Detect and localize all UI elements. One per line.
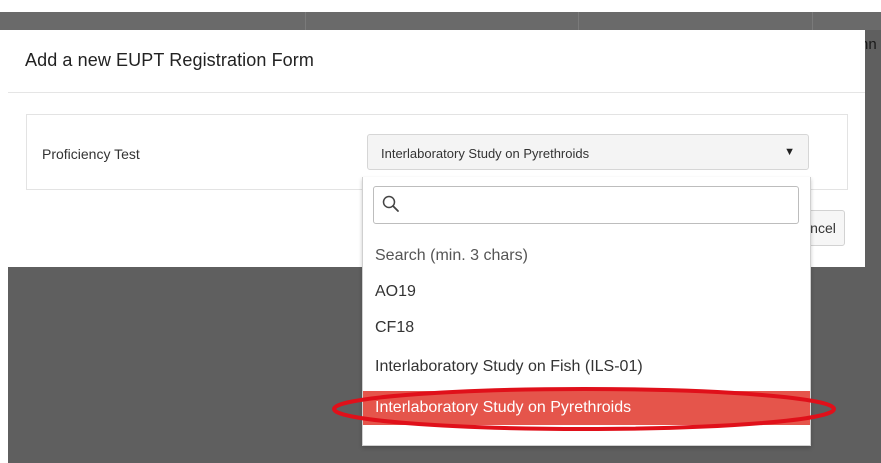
select-value: Interlaboratory Study on Pyrethroids xyxy=(381,146,590,161)
dropdown-option[interactable]: Interlaboratory Study on Fish (ILS-01) xyxy=(363,350,810,384)
caret-down-icon: ▼ xyxy=(784,146,795,158)
cancel-button-label: ncel xyxy=(810,220,836,236)
table-divider xyxy=(305,12,306,30)
select-dropdown: Search (min. 3 chars) AO19 CF18 Interlab… xyxy=(362,177,811,446)
proficiency-test-select[interactable]: Interlaboratory Study on Pyrethroids ▼ xyxy=(367,134,809,170)
search-icon xyxy=(382,195,399,212)
modal-title: Add a new EUPT Registration Form xyxy=(25,50,314,70)
page-left-edge xyxy=(0,30,8,463)
table-divider xyxy=(812,12,813,30)
background-table-header xyxy=(0,12,881,30)
search-field[interactable] xyxy=(373,186,799,224)
page-top-strip xyxy=(0,0,881,12)
table-divider xyxy=(578,12,579,30)
dropdown-option[interactable]: CF18 xyxy=(363,311,810,345)
proficiency-test-label: Proficiency Test xyxy=(42,146,140,162)
modal-header: Add a new EUPT Registration Form xyxy=(8,30,865,93)
search-hint: Search (min. 3 chars) xyxy=(375,247,528,264)
dropdown-option[interactable]: AO19 xyxy=(363,275,810,309)
dropdown-option-selected[interactable]: Interlaboratory Study on Pyrethroids xyxy=(363,391,810,425)
search-input[interactable] xyxy=(406,191,790,219)
